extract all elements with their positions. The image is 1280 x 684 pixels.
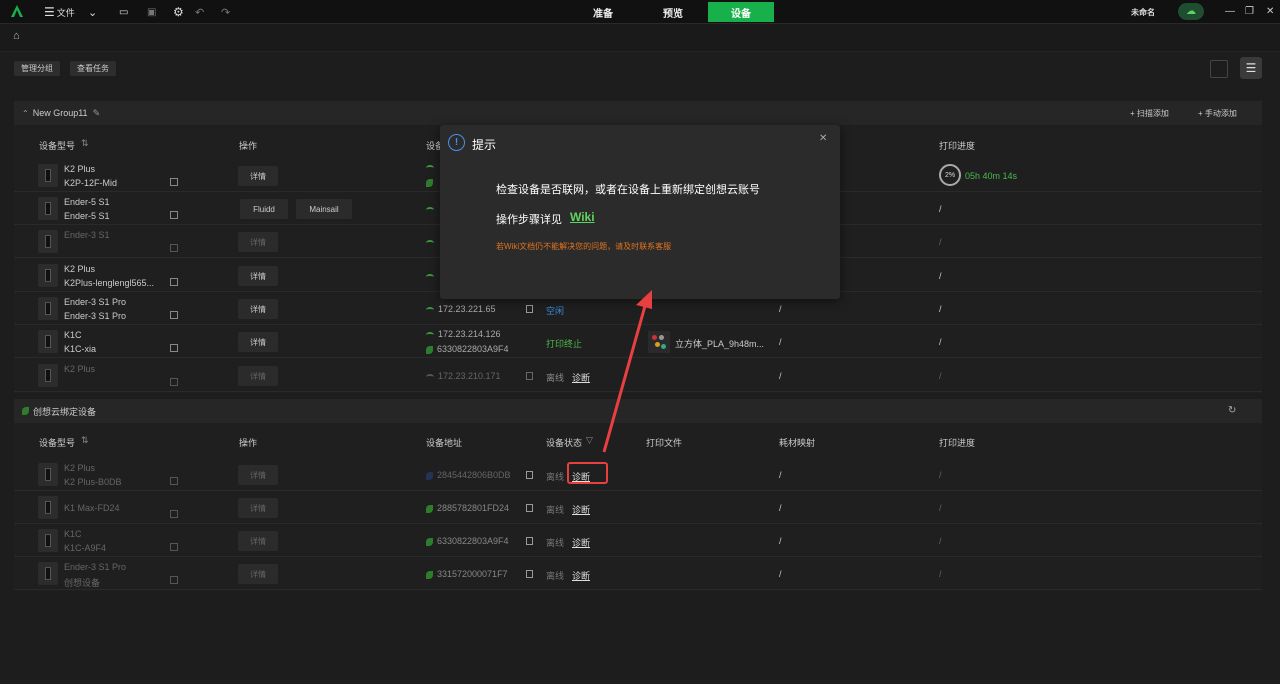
annotation-arrow (602, 290, 652, 453)
